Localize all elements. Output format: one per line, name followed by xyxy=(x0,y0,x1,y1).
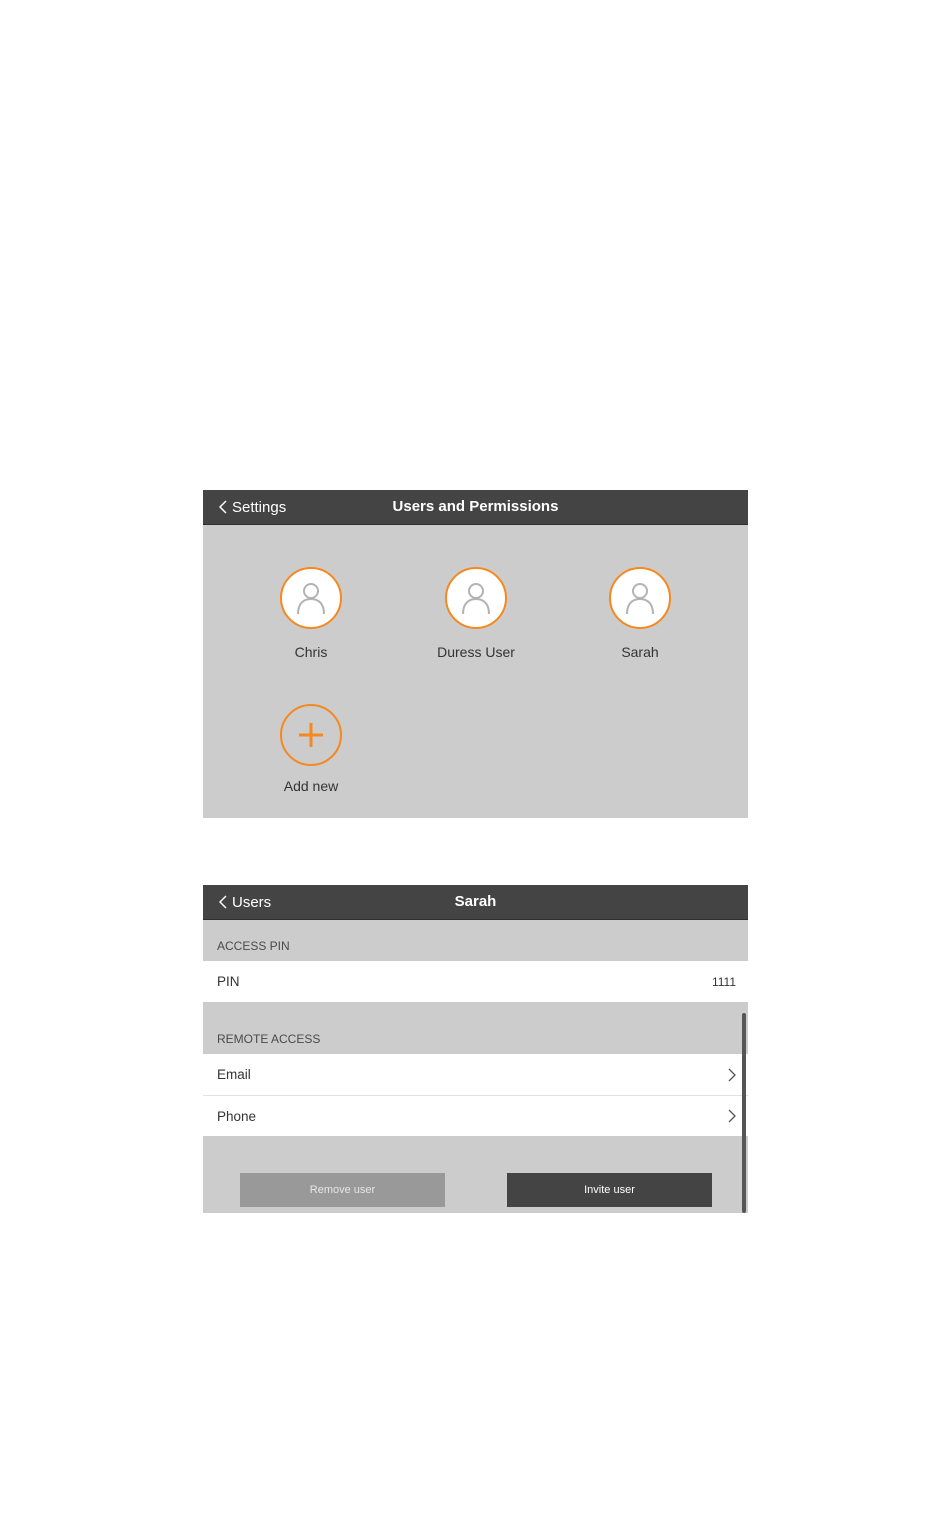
pin-row[interactable]: PIN 1111 xyxy=(203,961,748,1002)
top-bar: Settings Users and Permissions xyxy=(203,490,748,525)
chevron-right-icon xyxy=(728,1109,736,1123)
user-name: Duress User xyxy=(437,644,515,660)
top-bar: Users Sarah xyxy=(203,885,748,920)
user-icon xyxy=(297,583,325,615)
phone-row[interactable]: Phone xyxy=(203,1095,748,1136)
chevron-right-icon xyxy=(728,1068,736,1081)
pin-label: PIN xyxy=(217,974,240,989)
plus-icon xyxy=(299,723,323,747)
users-grid: Chris Duress User Sarah Add new xyxy=(203,525,748,818)
scrollbar[interactable] xyxy=(742,1013,746,1213)
user-tile-duress-user[interactable]: Duress User xyxy=(411,567,541,660)
avatar xyxy=(445,567,507,629)
back-to-settings-button[interactable]: Settings xyxy=(219,490,286,524)
remove-user-button[interactable]: Remove user xyxy=(240,1173,445,1207)
users-and-permissions-panel: Settings Users and Permissions Chris Dur… xyxy=(203,490,748,818)
back-to-users-button[interactable]: Users xyxy=(219,885,271,919)
avatar xyxy=(609,567,671,629)
pin-value: 1111 xyxy=(711,974,736,989)
section-header-access-pin: ACCESS PIN xyxy=(203,920,748,961)
user-icon xyxy=(462,583,490,615)
back-label: Users xyxy=(232,893,272,911)
invite-user-button[interactable]: Invite user xyxy=(507,1173,712,1207)
action-buttons: Remove user Invite user xyxy=(203,1156,748,1213)
section-header-remote-access: REMOTE ACCESS xyxy=(203,1002,748,1054)
user-icon xyxy=(626,583,654,615)
user-name: Sarah xyxy=(621,644,659,660)
avatar xyxy=(280,567,342,629)
user-detail-panel: Users Sarah ACCESS PIN PIN 1111 REMOTE A… xyxy=(203,885,748,1213)
email-row[interactable]: Email xyxy=(203,1054,748,1095)
user-tile-sarah[interactable]: Sarah xyxy=(575,567,705,660)
email-label: Email xyxy=(217,1067,251,1082)
page-title: Sarah xyxy=(454,893,497,910)
phone-label: Phone xyxy=(217,1108,257,1124)
user-detail-body: ACCESS PIN PIN 1111 REMOTE ACCESS Email … xyxy=(203,920,748,1213)
user-name: Chris xyxy=(294,644,328,660)
add-new-label: Add new xyxy=(283,778,339,794)
user-tile-chris[interactable]: Chris xyxy=(246,567,376,660)
chevron-left-icon xyxy=(219,895,227,909)
add-new-user-button[interactable]: Add new xyxy=(246,704,376,794)
back-label: Settings xyxy=(232,498,287,516)
add-avatar xyxy=(280,704,342,766)
chevron-left-icon xyxy=(219,500,227,514)
